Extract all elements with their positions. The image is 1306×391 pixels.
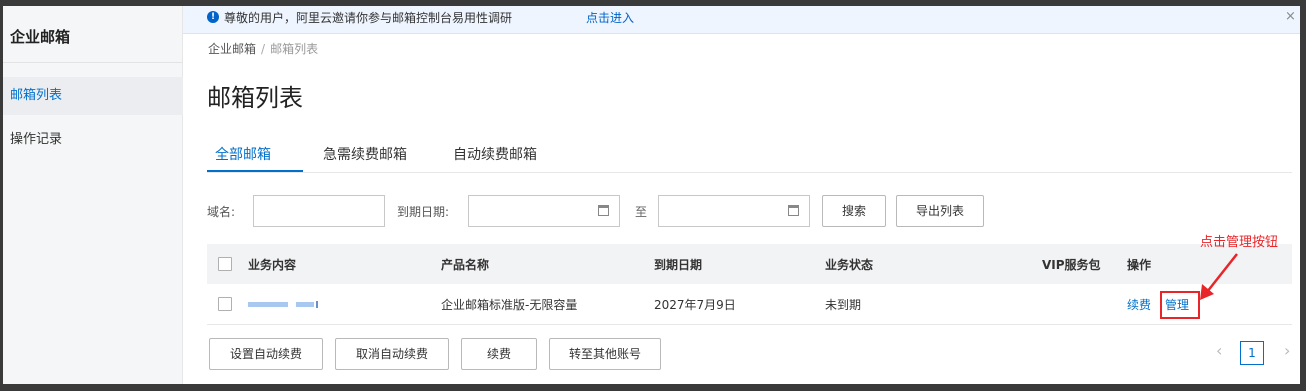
expiry-date-label: 到期日期: [397,205,450,219]
chevron-left-icon[interactable]: ‹ [1216,341,1222,360]
column-header-product: 产品名称 [441,258,490,272]
pagination-current-page[interactable]: 1 [1240,341,1264,365]
notice-text: 尊敬的用户，阿里云邀请你参与邮箱控制台易用性调研 [224,11,513,25]
breadcrumb-current: 邮箱列表 [270,42,319,56]
search-button[interactable]: 搜索 [822,195,886,227]
tab-auto-renewal[interactable]: 自动续费邮箱 [453,144,537,164]
frame-bottom-bar [0,384,1306,391]
set-auto-renew-button[interactable]: 设置自动续费 [209,338,323,370]
select-all-checkbox[interactable] [218,257,232,271]
annotation-text: 点击管理按钮 [1200,235,1279,250]
active-tab-indicator [207,170,303,172]
transfer-account-button[interactable]: 转至其他账号 [549,338,661,370]
page-title: 邮箱列表 [207,84,303,112]
breadcrumb-root[interactable]: 企业邮箱 [208,42,256,56]
renew-button[interactable]: 续费 [461,338,537,370]
frame-right-border [1300,0,1306,391]
column-header-actions: 操作 [1127,258,1152,272]
breadcrumb: 企业邮箱 / 邮箱列表 [208,40,318,57]
cancel-auto-renew-button[interactable]: 取消自动续费 [335,338,449,370]
domain-label: 域名: [207,205,236,219]
domain-input[interactable] [253,195,385,227]
info-icon: ! [207,11,219,23]
breadcrumb-separator: / [261,42,266,56]
column-header-expiry: 到期日期 [654,258,703,272]
export-list-button[interactable]: 导出列表 [896,195,984,227]
chevron-right-icon[interactable]: › [1284,341,1290,360]
cell-product: 企业邮箱标准版-无限容量 [441,298,578,312]
annotation-arrow-icon [1200,253,1238,300]
cell-expiry: 2027年7月9日 [654,298,736,312]
row-checkbox[interactable] [218,297,232,311]
date-range-to-label: 至 [635,205,648,219]
tabs-divider [207,172,1292,173]
redacted-block [316,301,318,308]
calendar-icon[interactable] [788,205,799,216]
renew-link[interactable]: 续费 [1127,296,1151,313]
tab-urgent-renewal[interactable]: 急需续费邮箱 [323,144,407,164]
close-icon[interactable]: × [1285,9,1296,24]
redacted-block [248,302,288,307]
sidebar-divider [3,62,183,63]
notice-banner: ! 尊敬的用户，阿里云邀请你参与邮箱控制台易用性调研 点击进入 × [183,6,1300,34]
tab-all-mailboxes[interactable]: 全部邮箱 [215,144,271,164]
sidebar: 企业邮箱 邮箱列表 操作记录 [3,6,183,384]
cell-status: 未到期 [825,298,862,312]
sidebar-item-operation-log[interactable]: 操作记录 [3,121,183,159]
column-header-status: 业务状态 [825,258,874,272]
redacted-block [296,302,314,307]
column-header-business: 业务内容 [248,258,297,272]
calendar-icon[interactable] [598,205,609,216]
column-header-vip: VIP服务包 [1042,258,1101,272]
notice-link[interactable]: 点击进入 [586,9,634,26]
row-divider [207,324,1292,325]
sidebar-item-mailbox-list[interactable]: 邮箱列表 [3,77,183,115]
sidebar-title: 企业邮箱 [10,28,71,46]
